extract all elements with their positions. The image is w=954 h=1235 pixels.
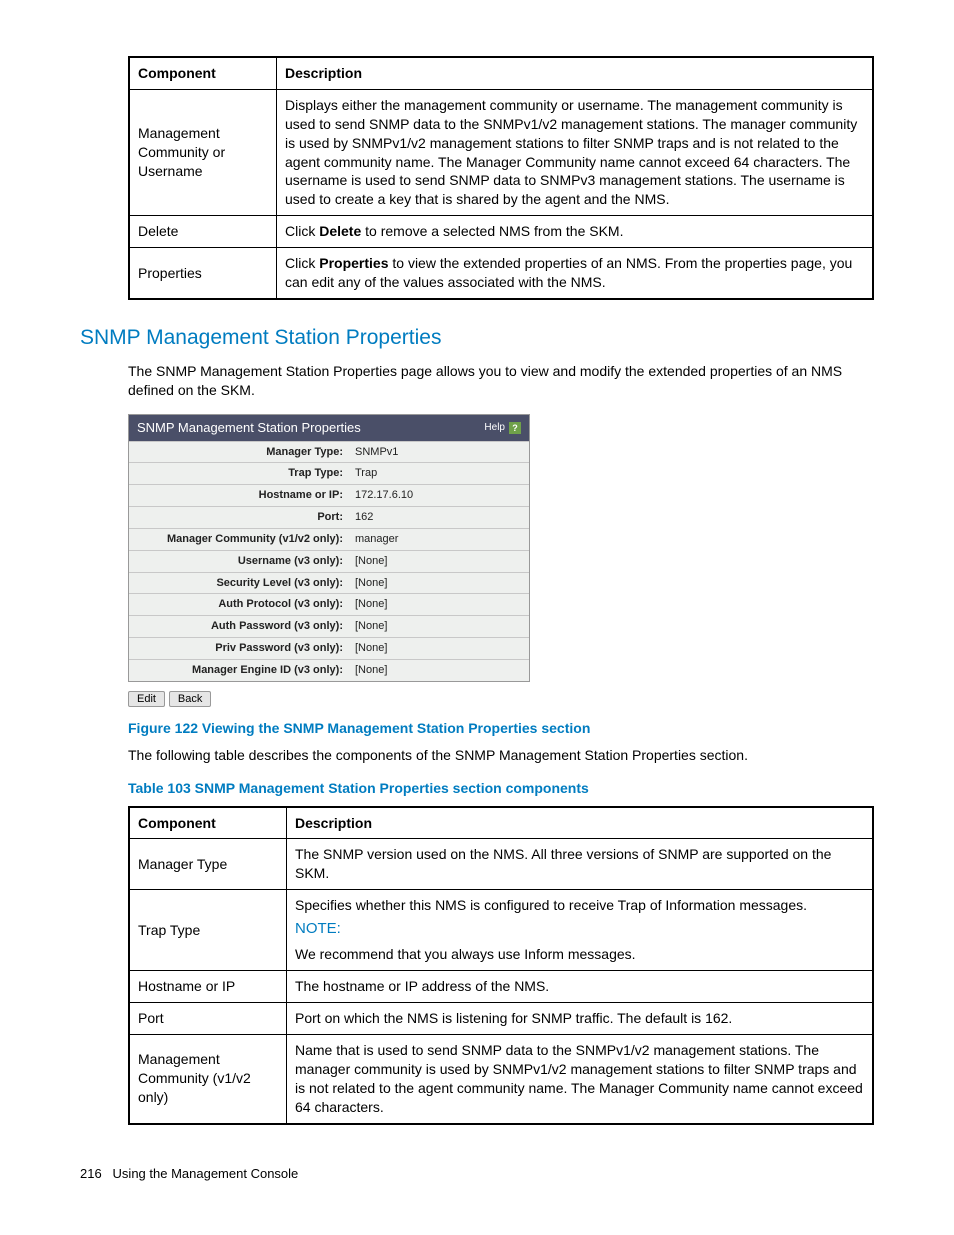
intro-paragraph: The SNMP Management Station Properties p… — [128, 362, 874, 400]
prop-key: Priv Password (v3 only): — [129, 638, 349, 660]
table-caption: Table 103 SNMP Management Station Proper… — [128, 779, 874, 798]
t2-r1-d: Specifies whether this NMS is configured… — [287, 890, 874, 971]
prop-key: Manager Community (v1/v2 only): — [129, 528, 349, 550]
t2-r3-c: Port — [129, 1003, 287, 1035]
t1-r1-d: Click Delete to remove a selected NMS fr… — [277, 216, 874, 248]
section-heading: SNMP Management Station Properties — [80, 324, 874, 352]
page-footer: 216 Using the Management Console — [80, 1165, 874, 1183]
t2-r1-c: Trap Type — [129, 890, 287, 971]
t1-header-component: Component — [129, 57, 277, 89]
panel-header: SNMP Management Station Properties Help … — [129, 415, 529, 441]
help-link[interactable]: Help ? — [484, 421, 521, 435]
t2-header-description: Description — [287, 807, 874, 839]
prop-key: Auth Password (v3 only): — [129, 616, 349, 638]
prop-key: Username (v3 only): — [129, 550, 349, 572]
prop-val: 162 — [349, 507, 529, 529]
prop-key: Auth Protocol (v3 only): — [129, 594, 349, 616]
component-table-1: Component Description Management Communi… — [128, 56, 874, 300]
prop-val: SNMPv1 — [349, 441, 529, 463]
snmp-properties-panel: SNMP Management Station Properties Help … — [128, 414, 530, 682]
table-row: Port Port on which the NMS is listening … — [129, 1003, 873, 1035]
properties-table: Manager Type:SNMPv1 Trap Type:Trap Hostn… — [129, 441, 529, 681]
prop-key: Port: — [129, 507, 349, 529]
footer-title: Using the Management Console — [113, 1166, 299, 1181]
table-row: Delete Click Delete to remove a selected… — [129, 216, 873, 248]
t1-r1-c: Delete — [129, 216, 277, 248]
back-button[interactable]: Back — [169, 691, 211, 707]
note-label: NOTE: — [295, 919, 864, 939]
panel-title: SNMP Management Station Properties — [137, 419, 361, 437]
prop-val: [None] — [349, 660, 529, 681]
prop-val: manager — [349, 528, 529, 550]
t2-r2-c: Hostname or IP — [129, 971, 287, 1003]
prop-val: [None] — [349, 594, 529, 616]
prop-val: 172.17.6.10 — [349, 485, 529, 507]
page-number: 216 — [80, 1166, 102, 1181]
table-row: Properties Click Properties to view the … — [129, 248, 873, 299]
table-row: Manager Type The SNMP version used on th… — [129, 839, 873, 890]
t1-header-description: Description — [277, 57, 874, 89]
prop-key: Trap Type: — [129, 463, 349, 485]
t2-r4-c: Management Community (v1/v2 only) — [129, 1035, 287, 1124]
t2-r3-d: Port on which the NMS is listening for S… — [287, 1003, 874, 1035]
panel-buttons: Edit Back — [128, 688, 874, 707]
table-row: Management Community (v1/v2 only) Name t… — [129, 1035, 873, 1124]
prop-val: [None] — [349, 572, 529, 594]
t1-r0-c: Management Community or Username — [129, 89, 277, 215]
table-row: Trap Type Specifies whether this NMS is … — [129, 890, 873, 971]
help-icon: ? — [509, 422, 521, 434]
t1-r2-c: Properties — [129, 248, 277, 299]
prop-val: Trap — [349, 463, 529, 485]
prop-val: [None] — [349, 550, 529, 572]
prop-key: Security Level (v3 only): — [129, 572, 349, 594]
prop-val: [None] — [349, 616, 529, 638]
prop-key: Manager Engine ID (v3 only): — [129, 660, 349, 681]
t2-r4-d: Name that is used to send SNMP data to t… — [287, 1035, 874, 1124]
t2-r0-c: Manager Type — [129, 839, 287, 890]
prop-key: Manager Type: — [129, 441, 349, 463]
edit-button[interactable]: Edit — [128, 691, 165, 707]
prop-val: [None] — [349, 638, 529, 660]
t1-r0-d: Displays either the management community… — [277, 89, 874, 215]
component-table-2: Component Description Manager Type The S… — [128, 806, 874, 1125]
table-row: Hostname or IP The hostname or IP addres… — [129, 971, 873, 1003]
table-row: Management Community or Username Display… — [129, 89, 873, 215]
prop-key: Hostname or IP: — [129, 485, 349, 507]
t1-r2-d: Click Properties to view the extended pr… — [277, 248, 874, 299]
t2-header-component: Component — [129, 807, 287, 839]
t2-r0-d: The SNMP version used on the NMS. All th… — [287, 839, 874, 890]
figure-caption: Figure 122 Viewing the SNMP Management S… — [128, 719, 874, 738]
following-paragraph: The following table describes the compon… — [128, 746, 874, 765]
t2-r2-d: The hostname or IP address of the NMS. — [287, 971, 874, 1003]
